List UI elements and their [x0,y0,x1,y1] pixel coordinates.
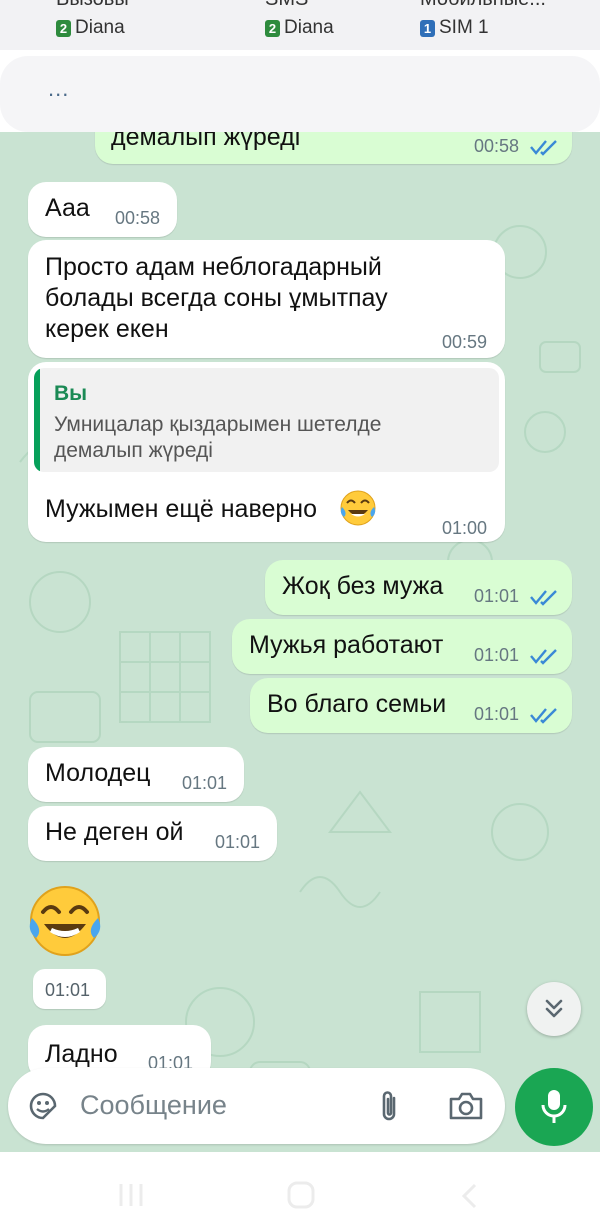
calls-sim-info: 2 Diana [56,17,125,39]
sms-title: SMS [265,0,308,11]
read-receipt-icon [530,649,557,665]
sim2-badge: 2 [56,19,71,37]
sim-label: Diana [75,17,125,38]
message-time: 01:01 [182,773,228,793]
read-receipt-icon [530,708,557,724]
message-outgoing[interactable]: Во благо семьи 01:01 [250,678,572,733]
chat-area[interactable]: демалып жүреді 00:58 Ааа 00:58 Просто ад… [0,132,600,1152]
calls-title: Вызовы [56,0,129,11]
sticker-emoji-icon[interactable] [26,1089,60,1123]
message-time: 01:01 [215,832,261,852]
notification-card[interactable]: ... [0,56,600,132]
read-receipt-icon [530,140,557,156]
message-text: Мужья работают [249,631,444,659]
message-time: 00:58 [474,136,520,156]
message-time: 00:59 [442,332,488,352]
more-dots[interactable]: ... [48,76,69,102]
message-text: Молодец [45,759,151,787]
message-text-line: болады всегда соны ұмытпау [45,284,388,312]
message-text-line: керек екен [45,315,169,343]
system-navigation-bar [0,1152,600,1232]
message-time: 01:00 [442,518,488,538]
message-outgoing[interactable]: демалып жүреді 00:58 [95,132,572,164]
message-time: 01:01 [474,704,520,724]
double-chevron-down-icon [545,999,563,1018]
message-text: Мужымен ещё наверно [45,495,317,523]
tears-of-joy-emoji-icon [340,490,376,526]
sim2-badge: 2 [265,19,280,37]
back-icon[interactable] [458,1182,480,1210]
sms-sim-info: 2 Diana [265,17,334,39]
message-outgoing[interactable]: Мужья работают 01:01 [232,619,572,674]
quoted-message[interactable]: Вы Умницалар қыздарымен шетелде демалып … [34,368,499,472]
quoted-author: Вы [54,382,88,405]
home-icon[interactable] [286,1180,316,1210]
message-time: 00:58 [115,208,161,228]
message-text: Ааа [45,194,90,222]
voice-record-button[interactable] [515,1068,593,1146]
message-text: Ладно [45,1040,118,1068]
mobile-data-title: Мобильные... [420,0,546,11]
sim1-badge: 1 [420,19,435,37]
message-text-line: Просто адам неблогадарный [45,253,382,281]
read-receipt-icon [530,590,557,606]
message-incoming[interactable]: Не деген ой 01:01 [28,806,277,861]
recent-apps-icon[interactable] [118,1182,146,1208]
message-text: Во благо семьи [267,690,447,718]
message-composer[interactable]: Сообщение [8,1068,505,1144]
microphone-icon [541,1090,567,1123]
sim-label: SIM 1 [439,17,489,38]
message-input[interactable]: Сообщение [80,1090,227,1121]
scroll-to-bottom-button[interactable] [527,982,581,1036]
message-text: Не деген ой [45,818,184,846]
message-incoming[interactable]: Просто адам неблогадарный болады всегда … [28,240,505,358]
message-outgoing[interactable]: Жоқ без мужа 01:01 [265,560,572,615]
quote-accent-bar [34,368,40,472]
emoji-message-time-badge: 01:01 [33,969,106,1009]
notification-panel-strip: Вызовы 2 Diana SMS 2 Diana Мобильные... … [0,0,600,50]
message-time: 01:01 [474,645,520,665]
message-incoming[interactable]: Молодец 01:01 [28,747,244,802]
quoted-text-line: демалып жүреді [54,439,213,462]
message-text: демалып жүреді [111,132,301,151]
camera-icon[interactable] [448,1090,484,1122]
message-incoming-reply[interactable]: Вы Умницалар қыздарымен шетелде демалып … [28,362,505,542]
mobile-data-sim-info: 1 SIM 1 [420,17,489,39]
attach-paperclip-icon[interactable] [374,1089,404,1125]
quoted-text-line: Умницалар қыздарымен шетелде [54,413,382,436]
message-incoming[interactable]: Ааа 00:58 [28,182,177,237]
message-time: 01:01 [474,586,520,606]
sim-label: Diana [284,17,334,38]
message-text: Жоқ без мужа [282,572,444,600]
tears-of-joy-emoji-icon[interactable] [26,882,104,960]
message-time: 01:01 [45,980,91,1000]
